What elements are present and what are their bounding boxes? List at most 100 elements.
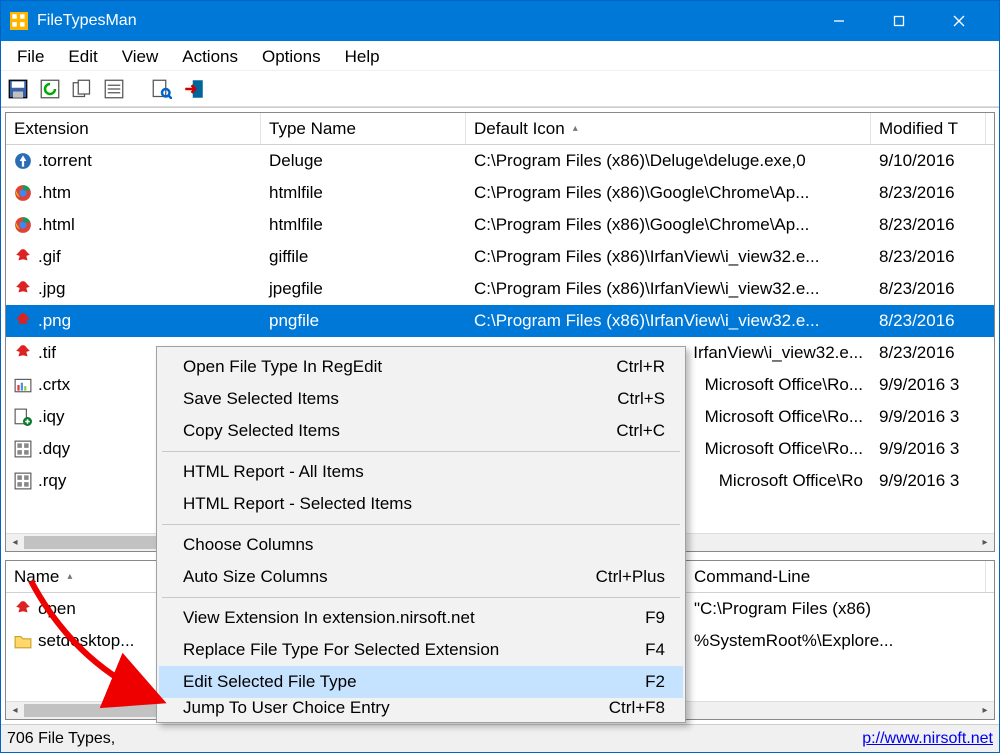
context-item-shortcut: Ctrl+Plus <box>596 567 665 587</box>
file-icon <box>14 280 32 298</box>
scroll-right-button[interactable]: ▸ <box>976 534 994 551</box>
maximize-button[interactable] <box>869 1 929 41</box>
cell-extension: .crtx <box>38 375 70 395</box>
cell-typename: jpegfile <box>269 279 323 299</box>
close-button[interactable] <box>929 1 989 41</box>
col-typename[interactable]: Type Name <box>261 113 466 144</box>
context-item-label: HTML Report - All Items <box>183 462 665 482</box>
menu-edit[interactable]: Edit <box>56 43 109 71</box>
cell-typename: htmlfile <box>269 215 323 235</box>
cell-modified: 8/23/2016 <box>879 215 955 235</box>
context-item-shortcut: F4 <box>645 640 665 660</box>
statusbar: 706 File Types, p://www.nirsoft.net <box>1 724 999 752</box>
file-icon <box>14 152 32 170</box>
homepage-link[interactable]: p://www.nirsoft.net <box>862 730 993 748</box>
window-controls <box>809 1 989 41</box>
scroll-right-button[interactable]: ▸ <box>976 702 994 719</box>
cell-defaulticon: C:\Program Files (x86)\Google\Chrome\Ap.… <box>474 183 809 203</box>
menu-options[interactable]: Options <box>250 43 333 71</box>
context-item[interactable]: Copy Selected ItemsCtrl+C <box>159 415 683 447</box>
context-item-shortcut: Ctrl+C <box>616 421 665 441</box>
col-extension[interactable]: Extension <box>6 113 261 144</box>
col-modified[interactable]: Modified T <box>871 113 986 144</box>
scroll-left-button[interactable]: ◂ <box>6 702 24 719</box>
cell-defaulticon: Microsoft Office\Ro <box>719 471 863 491</box>
menu-view[interactable]: View <box>110 43 171 71</box>
context-item[interactable]: Auto Size ColumnsCtrl+Plus <box>159 561 683 593</box>
file-icon <box>14 472 32 490</box>
context-item[interactable]: HTML Report - Selected Items <box>159 488 683 520</box>
cell-modified: 8/23/2016 <box>879 247 955 267</box>
context-item[interactable]: Replace File Type For Selected Extension… <box>159 634 683 666</box>
cell-modified: 9/9/2016 3 <box>879 375 959 395</box>
menu-file[interactable]: File <box>5 43 56 71</box>
context-item-label: Open File Type In RegEdit <box>183 357 616 377</box>
context-item-shortcut: F2 <box>645 672 665 692</box>
cell-extension: .tif <box>38 343 56 363</box>
refresh-icon[interactable] <box>39 78 61 100</box>
file-icon <box>14 184 32 202</box>
scroll-left-button[interactable]: ◂ <box>6 534 24 551</box>
context-item[interactable]: Open File Type In RegEditCtrl+R <box>159 351 683 383</box>
titlebar[interactable]: FileTypesMan <box>1 1 999 41</box>
context-item[interactable]: HTML Report - All Items <box>159 456 683 488</box>
cell-name: open <box>38 599 76 619</box>
col-default-icon[interactable]: Default Icon▴ <box>466 113 871 144</box>
table-row[interactable]: .torrentDelugeC:\Program Files (x86)\Del… <box>6 145 994 177</box>
col-commandline[interactable]: Command-Line <box>686 561 986 592</box>
table-row[interactable]: .htmhtmlfileC:\Program Files (x86)\Googl… <box>6 177 994 209</box>
cell-defaulticon: C:\Program Files (x86)\IrfanView\i_view3… <box>474 279 819 299</box>
properties-icon[interactable] <box>103 78 125 100</box>
copy-icon[interactable] <box>71 78 93 100</box>
cell-defaulticon: Microsoft Office\Ro... <box>705 407 863 427</box>
table-row[interactable]: .pngpngfileC:\Program Files (x86)\IrfanV… <box>6 305 994 337</box>
menu-help[interactable]: Help <box>333 43 392 71</box>
cell-defaulticon: C:\Program Files (x86)\IrfanView\i_view3… <box>474 247 819 267</box>
cell-name: setdesktop... <box>38 631 134 651</box>
list-header-top: Extension Type Name Default Icon▴ Modifi… <box>6 113 994 145</box>
context-separator <box>162 524 680 525</box>
table-row[interactable]: .htmlhtmlfileC:\Program Files (x86)\Goog… <box>6 209 994 241</box>
context-item-label: View Extension In extension.nirsoft.net <box>183 608 645 628</box>
table-row[interactable]: .gifgiffileC:\Program Files (x86)\IrfanV… <box>6 241 994 273</box>
table-row[interactable]: .jpgjpegfileC:\Program Files (x86)\Irfan… <box>6 273 994 305</box>
exit-icon[interactable] <box>183 78 205 100</box>
context-item-label: Jump To User Choice Entry <box>183 698 609 718</box>
menubar: FileEditViewActionsOptionsHelp <box>1 41 999 71</box>
cell-defaulticon: C:\Program Files (x86)\Deluge\deluge.exe… <box>474 151 806 171</box>
context-menu[interactable]: Open File Type In RegEditCtrl+RSave Sele… <box>156 346 686 723</box>
minimize-button[interactable] <box>809 1 869 41</box>
cell-extension: .iqy <box>38 407 64 427</box>
context-item-label: Replace File Type For Selected Extension <box>183 640 645 660</box>
window-title: FileTypesMan <box>37 12 809 30</box>
cell-extension: .png <box>38 311 71 331</box>
find-icon[interactable] <box>151 78 173 100</box>
cell-defaulticon: Microsoft Office\Ro... <box>705 439 863 459</box>
menu-actions[interactable]: Actions <box>170 43 250 71</box>
context-item[interactable]: Choose Columns <box>159 529 683 561</box>
context-item-label: Copy Selected Items <box>183 421 616 441</box>
toolbar <box>1 71 999 107</box>
status-count: 706 File Types, <box>7 730 127 748</box>
cell-modified: 8/23/2016 <box>879 343 955 363</box>
context-separator <box>162 597 680 598</box>
context-item-label: Auto Size Columns <box>183 567 596 587</box>
context-separator <box>162 451 680 452</box>
context-item-label: Edit Selected File Type <box>183 672 645 692</box>
file-icon <box>14 376 32 394</box>
context-item[interactable]: Jump To User Choice EntryCtrl+F8 <box>159 698 683 718</box>
sort-asc-icon: ▴ <box>67 571 72 582</box>
cell-cmd: %SystemRoot%\Explore... <box>694 631 893 651</box>
file-icon <box>14 216 32 234</box>
save-icon[interactable] <box>7 78 29 100</box>
cell-typename: giffile <box>269 247 308 267</box>
context-item[interactable]: Edit Selected File TypeF2 <box>159 666 683 698</box>
context-item[interactable]: Save Selected ItemsCtrl+S <box>159 383 683 415</box>
file-icon <box>14 600 32 618</box>
file-icon <box>14 440 32 458</box>
context-item[interactable]: View Extension In extension.nirsoft.netF… <box>159 602 683 634</box>
cell-extension: .htm <box>38 183 71 203</box>
context-item-shortcut: Ctrl+F8 <box>609 698 665 718</box>
context-item-shortcut: F9 <box>645 608 665 628</box>
context-item-label: Choose Columns <box>183 535 665 555</box>
